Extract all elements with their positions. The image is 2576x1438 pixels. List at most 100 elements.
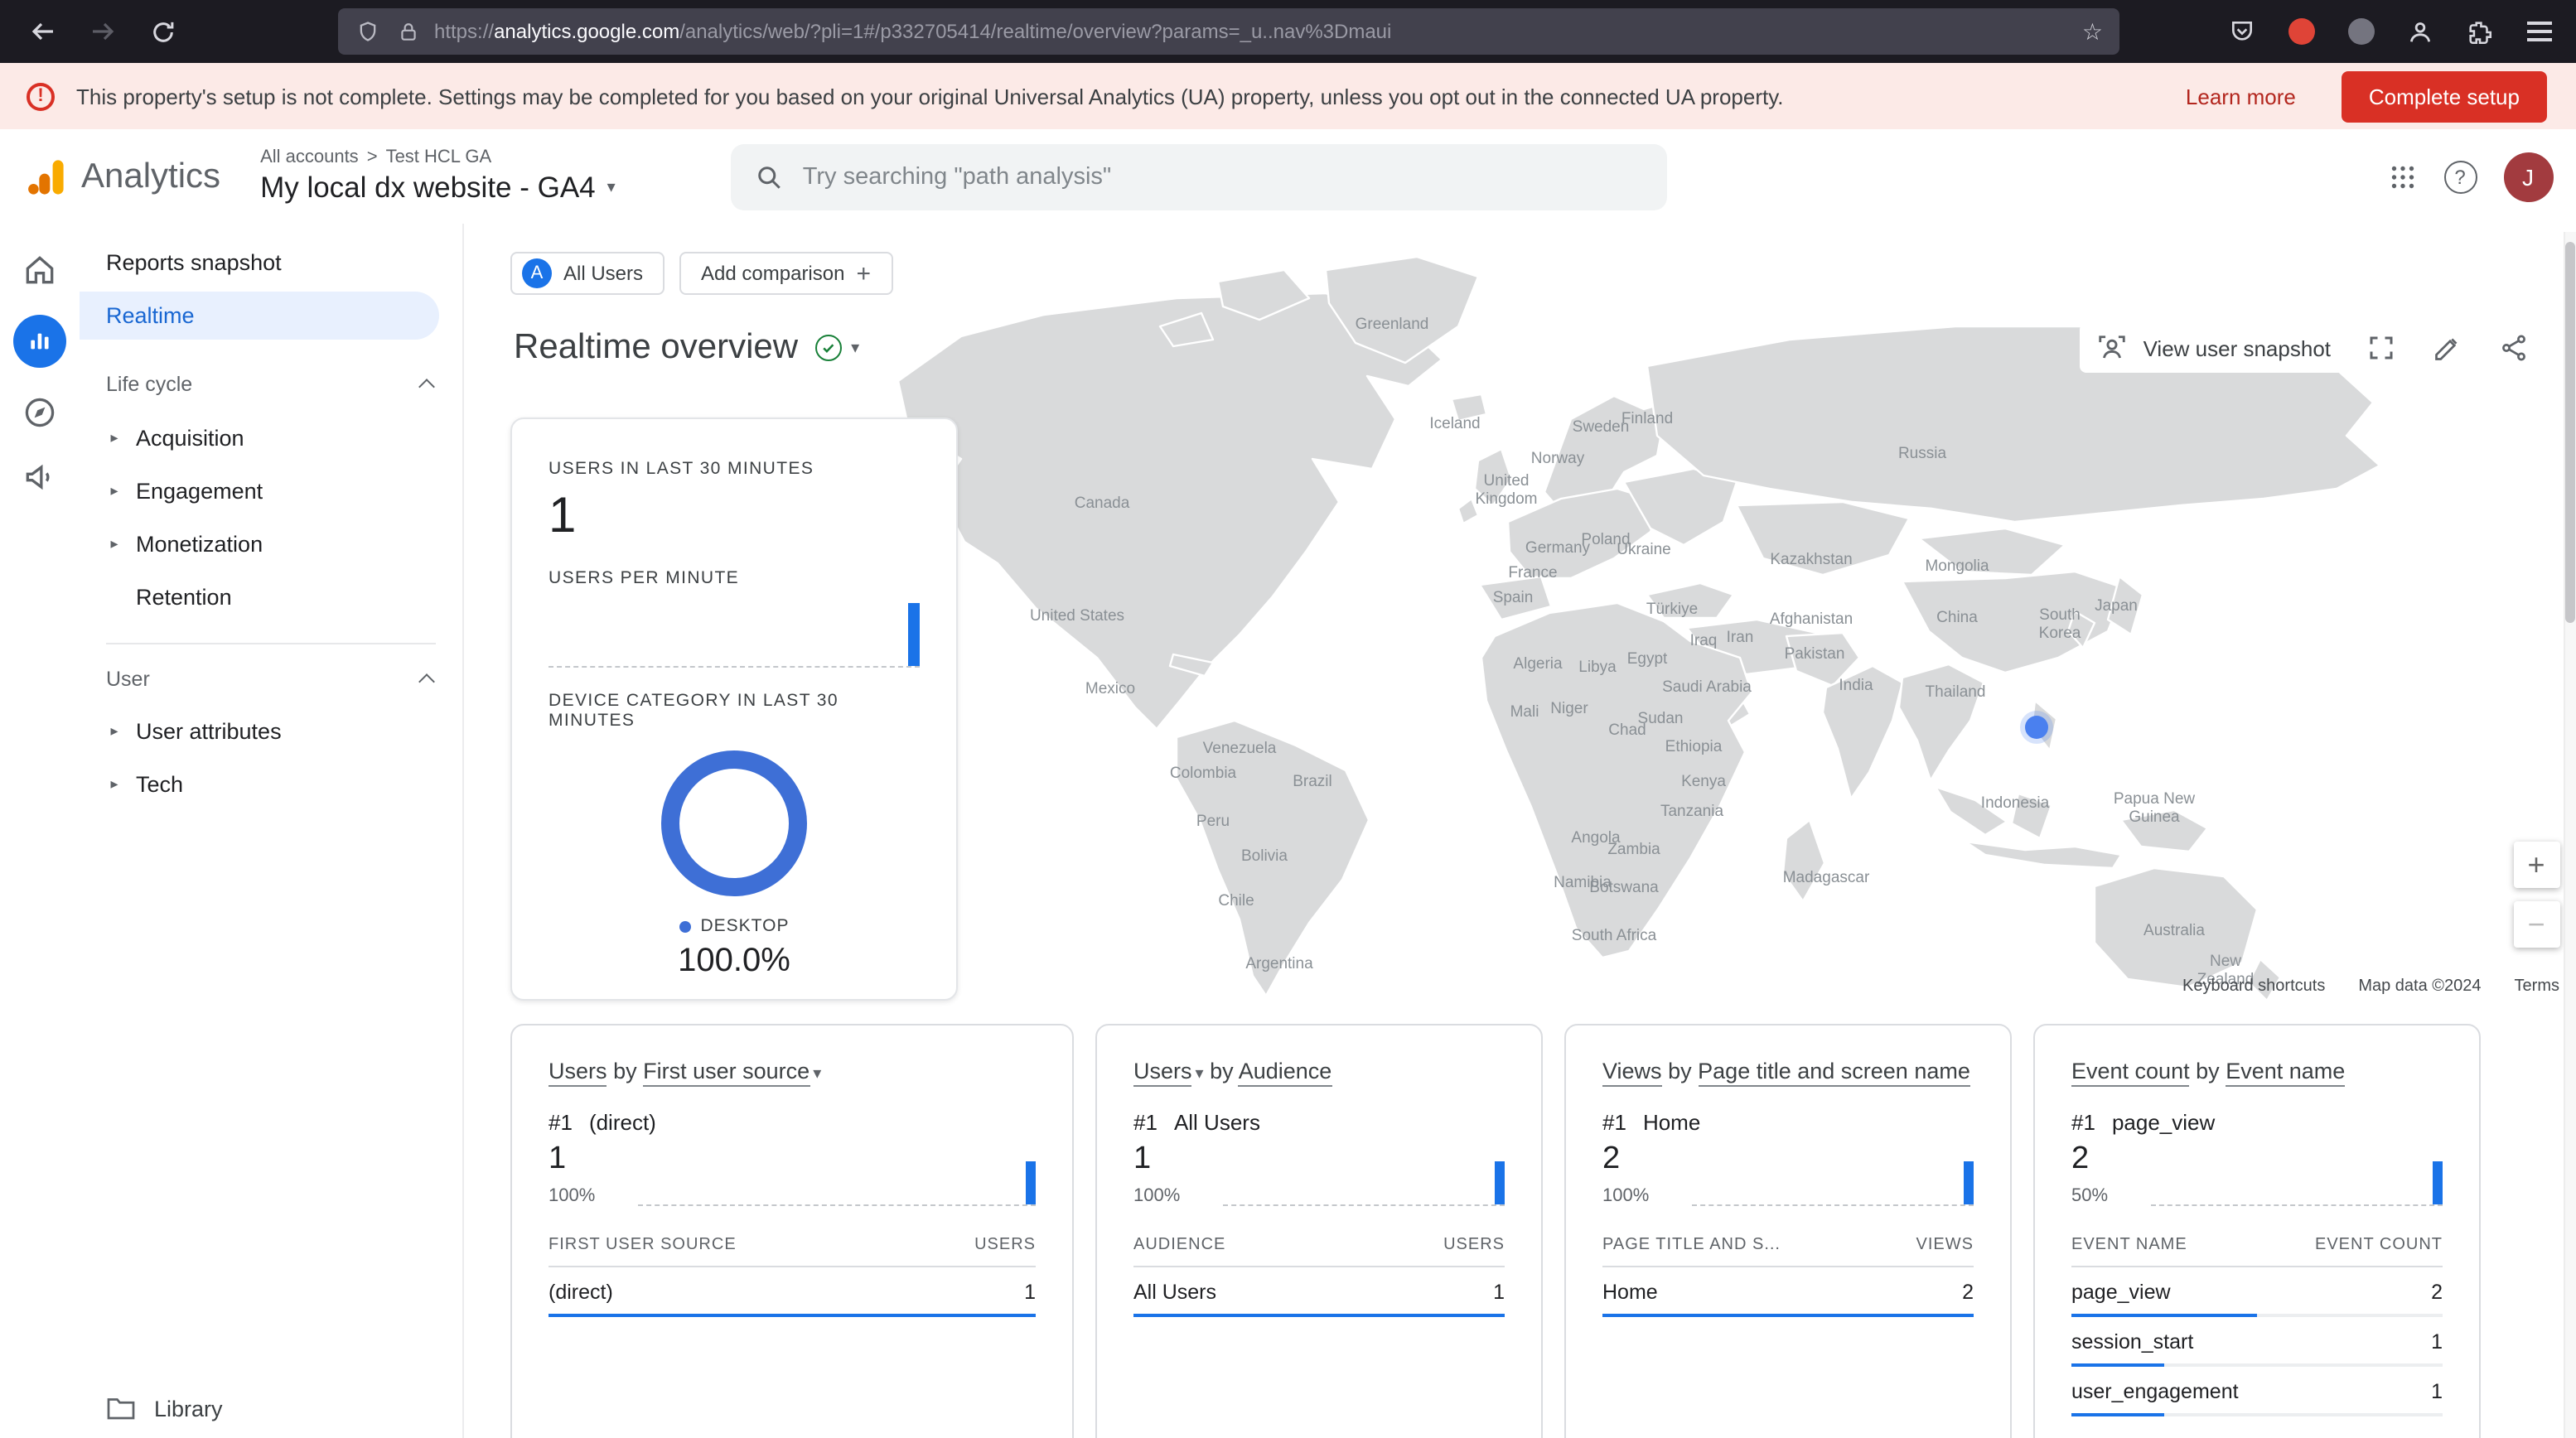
browser-toolbar: https://analytics.google.com/analytics/w…	[0, 0, 2576, 63]
customize-report-icon[interactable]	[2430, 331, 2463, 364]
sidebar-item-retention[interactable]: Retention	[80, 570, 462, 623]
terms-link[interactable]: Terms	[2515, 977, 2559, 996]
url-bar[interactable]: https://analytics.google.com/analytics/w…	[338, 8, 2119, 55]
scrollbar-thumb[interactable]	[2564, 242, 2574, 623]
card-title[interactable]: Users by First user source▾	[549, 1059, 1036, 1083]
map-country-label: Kazakhstan	[1770, 553, 1852, 571]
top-value: 2	[2071, 1141, 2108, 1178]
map-country-label: Bolivia	[1241, 849, 1288, 867]
device-legend: DESKTOP	[549, 916, 920, 936]
card-title[interactable]: Event count by Event name	[2071, 1059, 2443, 1083]
extensions-puzzle-icon[interactable]	[2460, 8, 2500, 55]
search-bar[interactable]	[732, 143, 1668, 210]
map-data-copyright: Map data ©2024	[2358, 977, 2481, 996]
folder-icon	[106, 1395, 136, 1421]
table-row[interactable]: Home2	[1602, 1267, 1974, 1317]
users-per-minute-label: USERS PER MINUTE	[549, 568, 920, 588]
table-row[interactable]: (direct)1	[549, 1267, 1036, 1317]
map-zoom-out-button[interactable]: −	[2513, 901, 2559, 948]
users-30min-label: USERS IN LAST 30 MINUTES	[549, 459, 920, 479]
sidebar-section-user[interactable]: User	[80, 654, 462, 704]
home-icon[interactable]	[20, 250, 60, 290]
sidebar-item-engagement[interactable]: ▸ Engagement	[80, 464, 462, 517]
fullscreen-icon[interactable]	[2364, 331, 2397, 364]
device-percentage: 100.0%	[549, 943, 920, 981]
tracking-shield-icon[interactable]	[355, 8, 381, 55]
map-zoom-in-button[interactable]: +	[2513, 842, 2559, 888]
explore-icon[interactable]	[20, 393, 60, 432]
screen: https://analytics.google.com/analytics/w…	[0, 0, 2576, 1438]
map-country-label: Mali	[1510, 705, 1539, 723]
card-title[interactable]: Views by Page title and screen name	[1602, 1059, 1974, 1083]
sidebar-section-life-cycle[interactable]: Life cycle	[80, 360, 462, 409]
map-country-label: Russia	[1898, 446, 1946, 465]
keyboard-shortcuts-link[interactable]: Keyboard shortcuts	[2182, 977, 2325, 996]
map-country-label: China	[1936, 610, 1978, 629]
reports-sidebar: Reports snapshot Realtime Life cycle ▸ A…	[80, 224, 464, 1438]
avatar[interactable]: J	[2503, 152, 2553, 201]
property-selector[interactable]: My local dx website - GA4 ▾	[260, 171, 616, 205]
card-event-count-by-event-name: Event count by Event name #1page_view 2 …	[2033, 1024, 2481, 1438]
search-input[interactable]	[803, 163, 1645, 190]
table-row[interactable]: All Users1	[1133, 1267, 1505, 1317]
advertising-icon[interactable]	[20, 457, 60, 497]
breadcrumb[interactable]: All accounts > Test HCL GA	[260, 147, 616, 167]
extension-icon[interactable]	[2341, 8, 2380, 55]
reports-icon[interactable]	[13, 315, 66, 368]
expand-arrow-icon: ▸	[106, 428, 123, 446]
bookmark-star-icon[interactable]: ☆	[2082, 17, 2103, 46]
forward-icon[interactable]	[80, 8, 126, 55]
data-quality-check-icon[interactable]	[814, 335, 841, 361]
library-button[interactable]: Library	[106, 1395, 223, 1421]
map-country-label: Mexico	[1085, 682, 1135, 700]
map-country-label: Niger	[1550, 702, 1588, 720]
map-country-label: Pakistan	[1785, 647, 1845, 665]
top-entry: #1(direct)	[549, 1110, 1036, 1135]
chevron-down-icon[interactable]: ▾	[851, 339, 859, 357]
sidebar-item-realtime[interactable]: Realtime	[80, 292, 439, 340]
device-donut-chart[interactable]	[661, 750, 807, 896]
map-country-label: Zambia	[1607, 842, 1660, 861]
top-percent: 50%	[2071, 1186, 2108, 1206]
add-comparison-button[interactable]: Add comparison +	[679, 252, 892, 295]
comparison-chip-all-users[interactable]: A All Users	[510, 252, 665, 295]
share-icon[interactable]	[2496, 331, 2530, 364]
top-value: 1	[1133, 1141, 1180, 1178]
map-country-label: Libya	[1578, 660, 1616, 678]
expand-arrow-icon: ▸	[106, 774, 123, 793]
table-row[interactable]: session_start1	[2071, 1317, 2443, 1367]
adblock-extension-icon[interactable]	[2281, 8, 2321, 55]
lock-icon[interactable]	[394, 8, 421, 55]
sidebar-item-label: Reports snapshot	[106, 249, 282, 274]
sidebar-item-monetization[interactable]: ▸ Monetization	[80, 517, 462, 570]
map-country-label: Kenya	[1681, 774, 1726, 793]
card-title[interactable]: Users▾ by Audience	[1133, 1059, 1505, 1083]
sidebar-item-reports-snapshot[interactable]: Reports snapshot	[80, 237, 462, 287]
pocket-icon[interactable]	[2221, 8, 2261, 55]
help-icon[interactable]: ?	[2443, 160, 2477, 193]
sidebar-item-tech[interactable]: ▸ Tech	[80, 757, 462, 810]
users-per-minute-chart[interactable]	[549, 601, 920, 668]
account-icon[interactable]	[2400, 8, 2440, 55]
nav-rail	[0, 224, 80, 1438]
menu-icon[interactable]	[2520, 8, 2559, 55]
view-user-snapshot-button[interactable]: View user snapshot	[2097, 332, 2331, 364]
reload-icon[interactable]	[139, 8, 186, 55]
divider	[106, 643, 436, 644]
back-icon[interactable]	[20, 8, 66, 55]
scrollbar[interactable]	[2563, 232, 2576, 1438]
complete-setup-button[interactable]: Complete setup	[2342, 70, 2546, 122]
map-country-label: Iraq	[1690, 634, 1718, 652]
breadcrumb-separator-icon: >	[367, 147, 378, 167]
apps-grid-icon[interactable]	[2387, 162, 2417, 191]
table-row[interactable]: page_view2	[2071, 1267, 2443, 1317]
top-value: 2	[1602, 1141, 1649, 1178]
sidebar-item-user-attributes[interactable]: ▸ User attributes	[80, 704, 462, 757]
table-header: EVENT NAMEEVENT COUNT	[2071, 1236, 2443, 1267]
map-country-label: Chile	[1218, 894, 1254, 912]
map-country-label: Argentina	[1245, 957, 1312, 975]
map-country-label: South Africa	[1572, 929, 1656, 947]
table-row[interactable]: user_engagement1	[2071, 1367, 2443, 1416]
learn-more-link[interactable]: Learn more	[2186, 84, 2296, 109]
sidebar-item-acquisition[interactable]: ▸ Acquisition	[80, 411, 462, 464]
